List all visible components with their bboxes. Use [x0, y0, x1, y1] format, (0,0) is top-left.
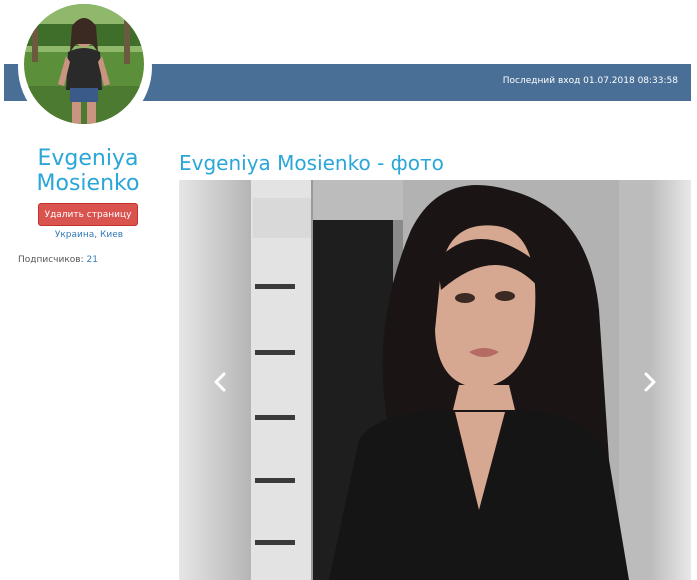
- chevron-right-icon: [644, 372, 656, 392]
- delete-page-button[interactable]: Удалить страницу: [38, 203, 138, 226]
- avatar-frame: [18, 0, 152, 134]
- last-login-text: Последний вход 01.07.2018 08:33:58: [502, 76, 678, 86]
- avatar-image: [24, 4, 144, 124]
- avatar[interactable]: [24, 4, 144, 124]
- carousel-prev-button[interactable]: [209, 370, 233, 394]
- photo-carousel: [179, 180, 691, 580]
- carousel-photo[interactable]: [179, 180, 691, 580]
- profile-name: Evgeniya Mosienko: [36, 146, 140, 196]
- location-link[interactable]: Украина, Киев: [18, 230, 160, 240]
- subscribers-label: Подписчиков:: [18, 255, 84, 265]
- carousel-next-button[interactable]: [637, 370, 661, 394]
- chevron-left-icon: [214, 372, 226, 392]
- subscribers-count: Подписчиков: 21: [18, 255, 98, 265]
- gallery-title: Evgeniya Mosienko - фото: [179, 151, 444, 175]
- subscribers-number[interactable]: 21: [87, 255, 98, 265]
